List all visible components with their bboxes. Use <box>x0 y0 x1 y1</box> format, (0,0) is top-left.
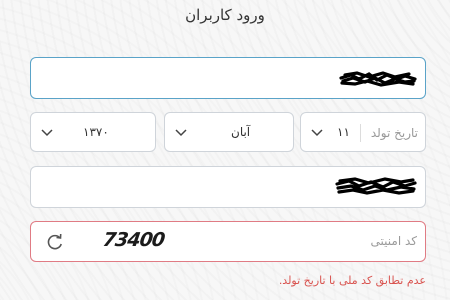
chevron-down-icon <box>175 129 187 137</box>
captcha-row: 73400 کد امنیتی <box>30 221 426 262</box>
password-input[interactable] <box>30 166 426 208</box>
error-message: عدم تطابق کد ملی با تاریخ تولد. <box>278 274 426 287</box>
redaction-scribble <box>335 177 417 195</box>
captcha-image: 73400 <box>81 223 226 260</box>
captcha-input[interactable]: کد امنیتی <box>226 223 425 260</box>
captcha-placeholder: کد امنیتی <box>370 234 417 248</box>
birth-day-value: ۱۱ <box>337 125 350 139</box>
chevron-down-icon <box>41 129 53 137</box>
birth-month-select[interactable]: آبان <box>164 112 294 152</box>
national-id-input[interactable] <box>30 57 426 99</box>
birth-year-value: ۱۳۷۰ <box>83 125 109 139</box>
page-title: ورود کاربران <box>185 6 265 24</box>
birth-day-select[interactable]: ۱۱ تاریخ تولد <box>300 112 426 152</box>
redaction-scribble <box>339 71 417 87</box>
captcha-code: 73400 <box>101 229 166 251</box>
refresh-icon[interactable] <box>45 232 65 252</box>
birth-month-value: آبان <box>231 125 251 139</box>
chevron-down-icon <box>311 129 323 137</box>
birth-year-select[interactable]: ۱۳۷۰ <box>30 112 156 152</box>
birth-date-label: تاریخ تولد <box>359 124 418 142</box>
